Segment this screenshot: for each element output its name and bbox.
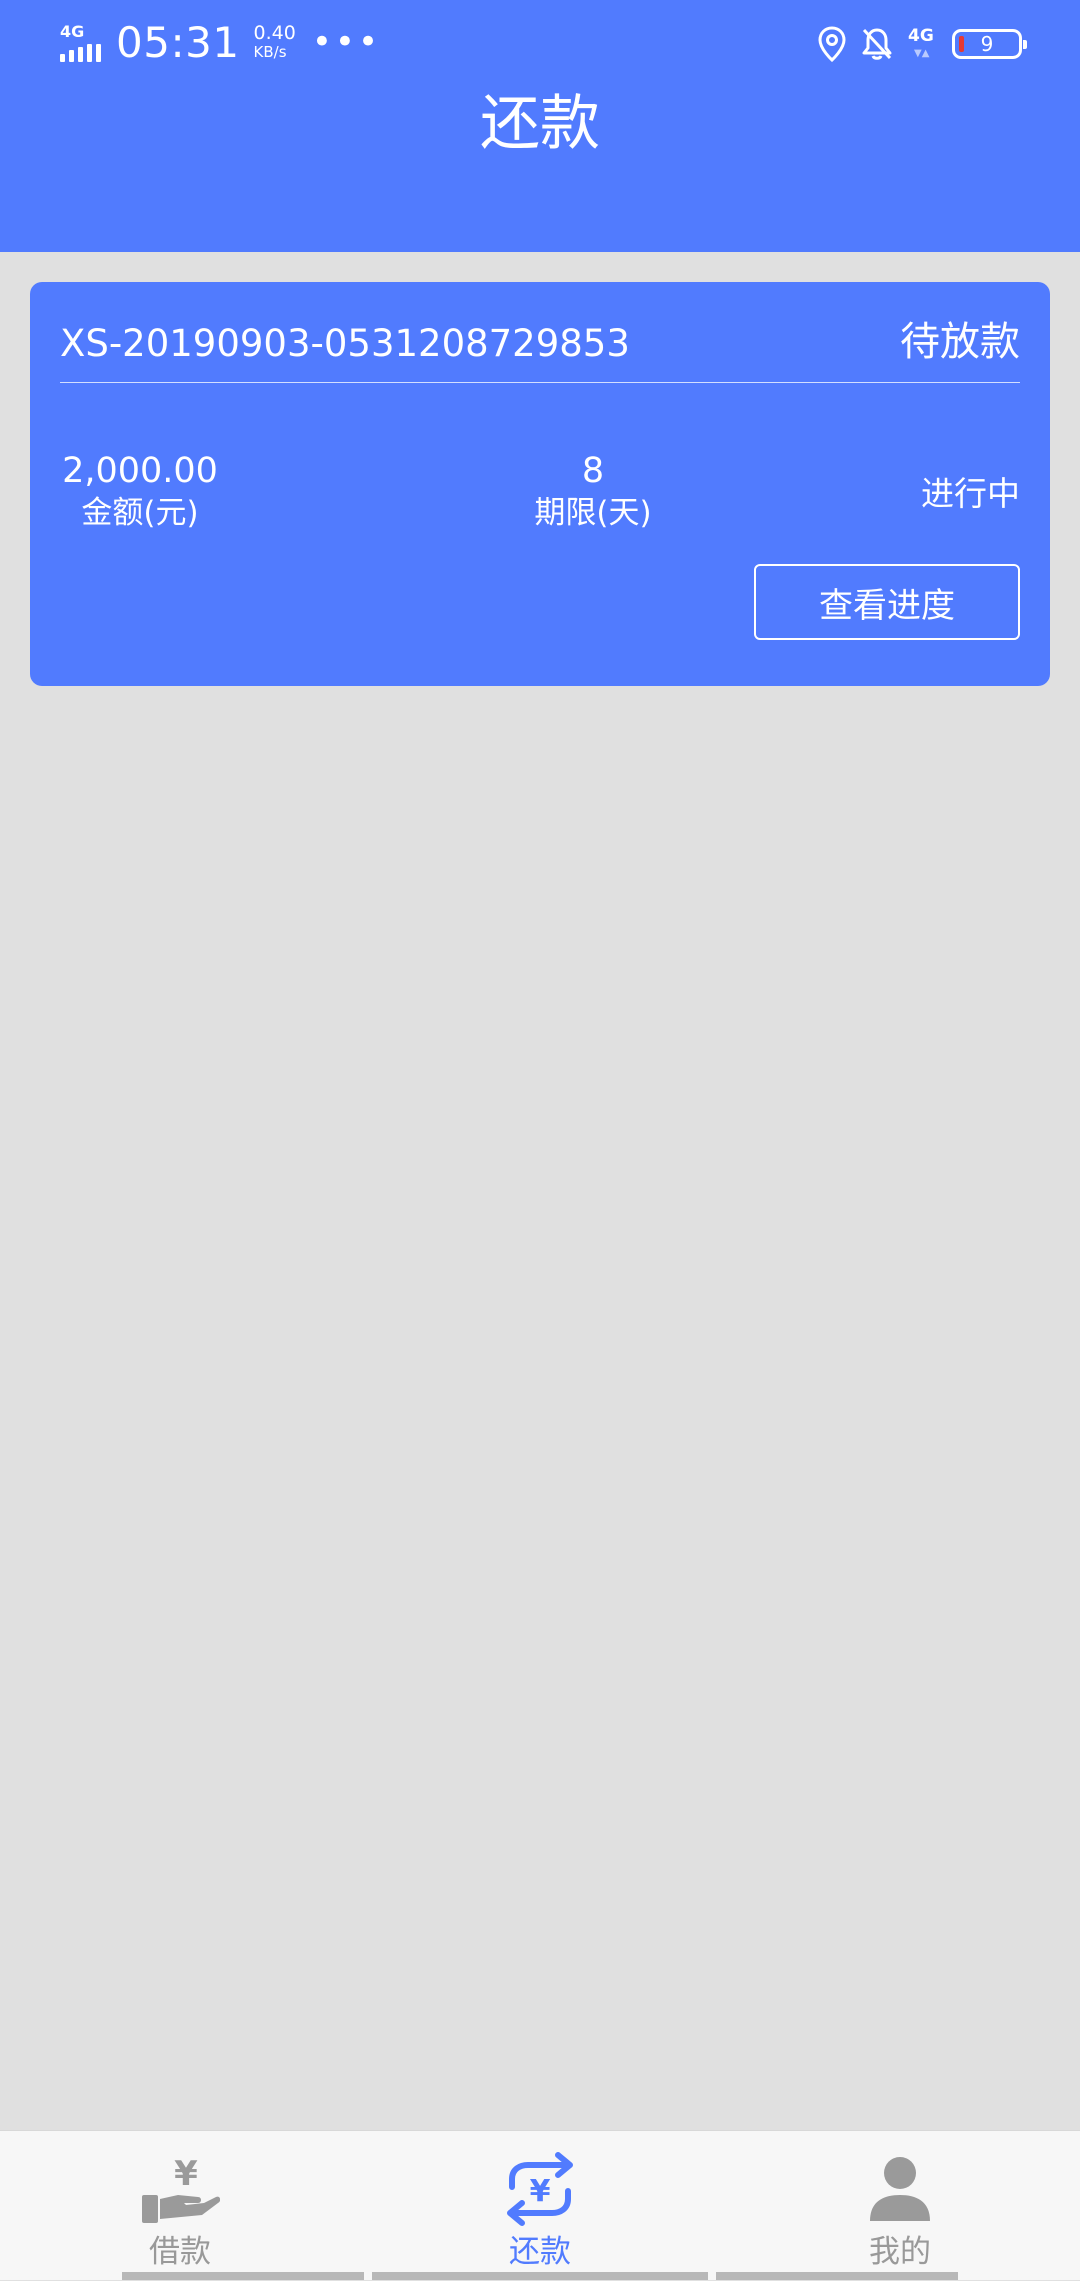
- tab-borrow[interactable]: ¥ 借款: [60, 2131, 300, 2281]
- svg-text:¥: ¥: [174, 2154, 198, 2194]
- network-speed-unit: KB/s: [253, 43, 287, 61]
- term-value: 8: [581, 451, 605, 491]
- status-left: 4G 05:31 0.40 KB/s •••: [58, 17, 382, 67]
- signal-strength-icon: 4G: [58, 22, 104, 62]
- page-title: 还款: [480, 89, 600, 159]
- network-speed: 0.40 KB/s: [254, 24, 296, 60]
- network-speed-value: 0.40: [253, 22, 296, 44]
- mobile-data-label: 4G: [908, 26, 934, 46]
- loan-order-card: XS-20190903-0531208729853 待放款 2,000.00 金…: [30, 282, 1050, 686]
- progress-status: 进行中: [921, 474, 1020, 513]
- order-status: 待放款: [900, 319, 1020, 365]
- battery-level: 9: [980, 32, 994, 56]
- hand-yen-icon: ¥: [142, 2154, 220, 2223]
- location-icon: [818, 26, 846, 62]
- tab-mine[interactable]: 我的: [780, 2131, 1020, 2281]
- loan-term: 8 期限(天): [488, 450, 698, 534]
- amount-value: 2,000.00: [62, 451, 218, 491]
- loan-amount: 2,000.00 金额(元): [60, 450, 220, 534]
- repay-cycle-icon: ¥: [507, 2152, 573, 2226]
- more-notifications-icon: •••: [311, 22, 382, 62]
- network-type-label: 4G: [60, 22, 85, 41]
- tab-borrow-label: 借款: [149, 2234, 211, 2270]
- bottom-tab-bar: ¥ 借款 ¥ 还款 我的: [0, 2130, 1080, 2280]
- status-right: 4G ▼▲ 9: [818, 22, 1027, 66]
- battery-icon: 9: [952, 29, 1027, 59]
- status-time: 05:31: [116, 17, 240, 67]
- user-icon: [870, 2157, 930, 2221]
- app-header: 4G 05:31 0.40 KB/s ••• 4G ▼▲ 9 还款: [0, 0, 1080, 252]
- gesture-bar-segment: [716, 2272, 958, 2280]
- amount-label: 金额(元): [81, 495, 199, 531]
- gesture-bar-segment: [372, 2272, 708, 2280]
- order-number: XS-20190903-0531208729853: [60, 322, 630, 365]
- term-label: 期限(天): [534, 495, 652, 531]
- mobile-data-icon: 4G ▼▲: [908, 26, 934, 59]
- mute-bell-icon: [862, 28, 892, 60]
- tab-repay-label: 还款: [509, 2234, 571, 2270]
- view-progress-button[interactable]: 查看进度: [754, 564, 1020, 640]
- status-bar: 4G 05:31 0.40 KB/s ••• 4G ▼▲ 9: [0, 0, 1080, 84]
- card-divider: [60, 382, 1020, 383]
- svg-text:¥: ¥: [530, 2174, 551, 2209]
- gesture-bar-segment: [122, 2272, 364, 2280]
- tab-repay[interactable]: ¥ 还款: [420, 2131, 660, 2281]
- tab-mine-label: 我的: [869, 2234, 931, 2270]
